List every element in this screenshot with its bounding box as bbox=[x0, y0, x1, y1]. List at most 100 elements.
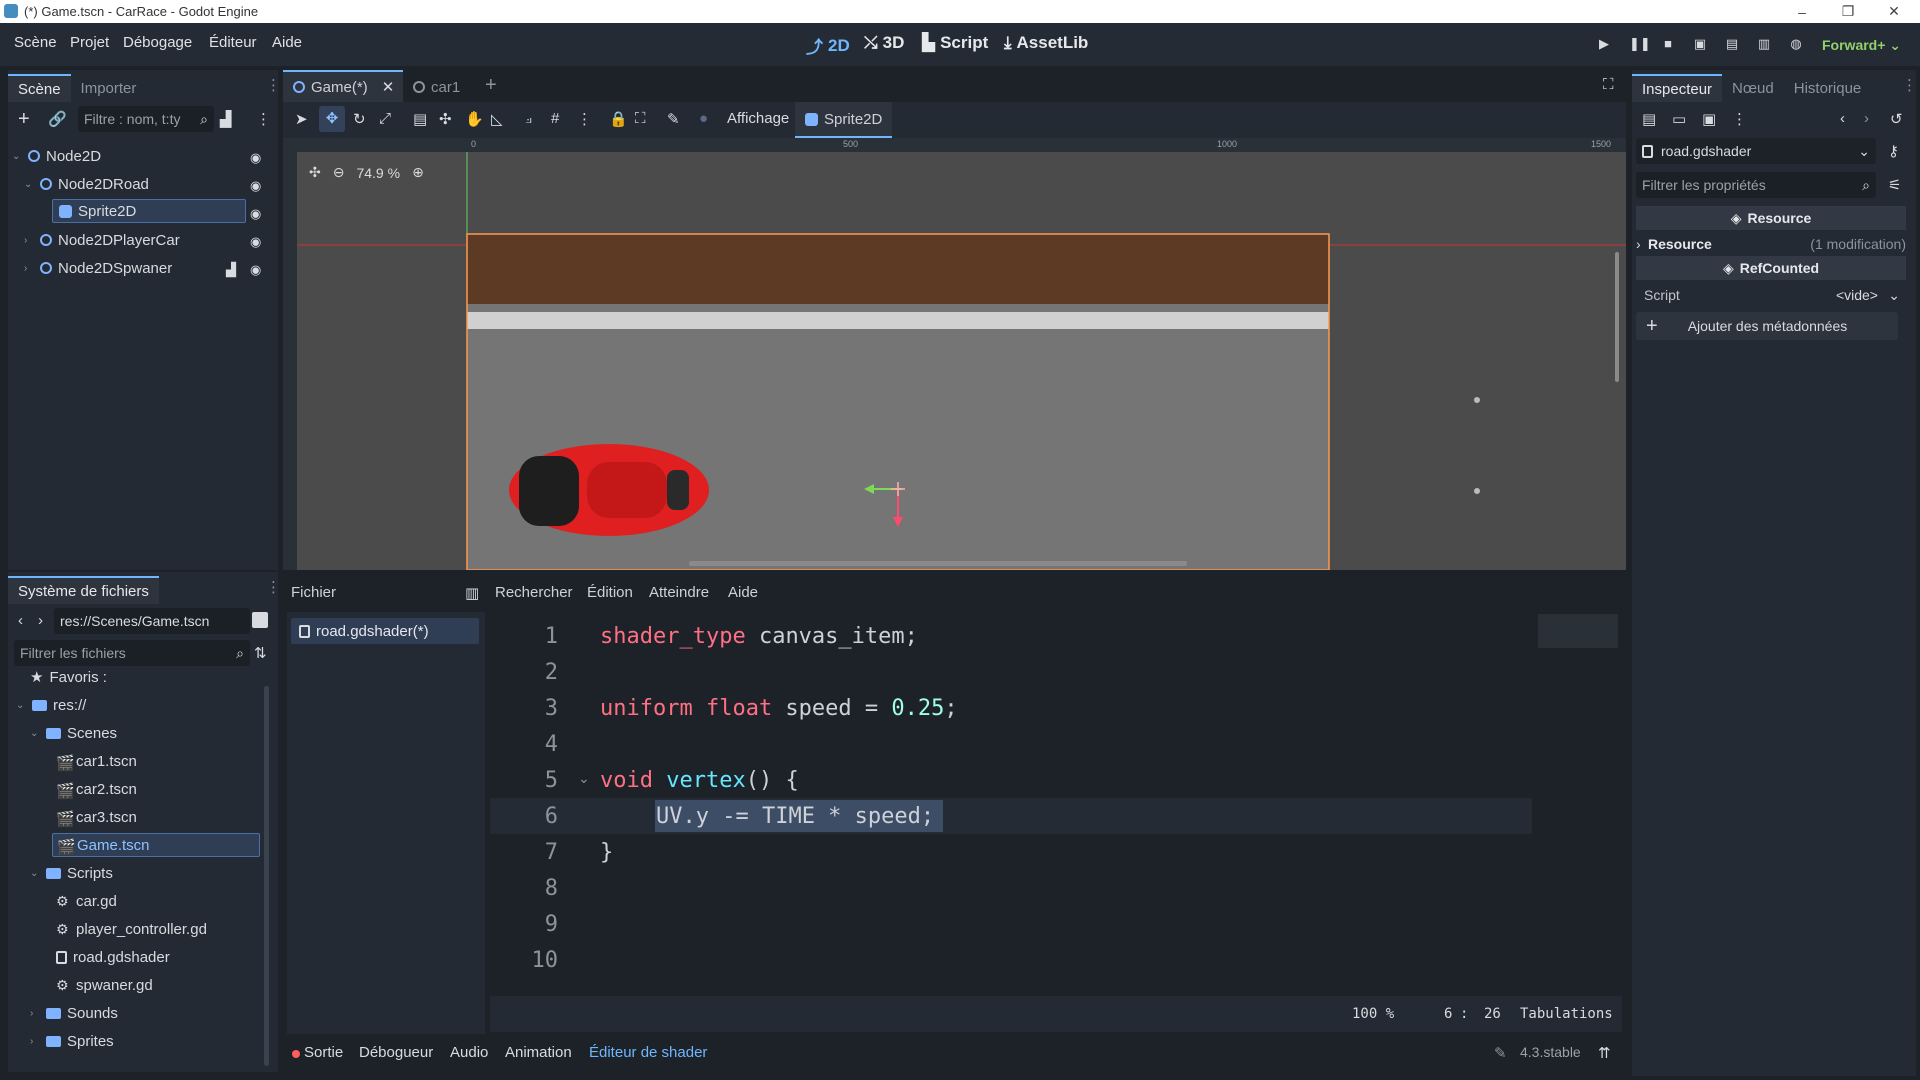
tab-node[interactable]: Nœud bbox=[1722, 74, 1784, 102]
fs-file-spwaner[interactable]: ⚙ spwaner.gd bbox=[56, 973, 153, 997]
tab-shader-editor[interactable]: Éditeur de shader bbox=[589, 1044, 707, 1061]
chevron-down-icon[interactable]: ⌄ bbox=[1888, 287, 1900, 304]
code-line-5[interactable]: void vertex() { bbox=[600, 768, 799, 793]
move-tool-icon[interactable]: ✥ bbox=[319, 106, 345, 132]
visibility-eye-icon[interactable]: ◉ bbox=[250, 178, 261, 194]
tab-filesystem[interactable]: Système de fichiers bbox=[8, 576, 159, 604]
fs-file-car2[interactable]: 🎬 car2.tscn bbox=[56, 777, 137, 801]
zoom-out-icon[interactable]: ⊖ bbox=[333, 164, 345, 181]
chevron-down-icon[interactable]: ⌄ bbox=[30, 868, 40, 879]
pin-panel-icon[interactable]: ⇈ bbox=[1598, 1044, 1611, 1062]
menu-help[interactable]: Aide bbox=[728, 584, 758, 601]
close-icon[interactable]: ✕ bbox=[382, 78, 395, 96]
tree-node-node2d[interactable]: ⌄ Node2D bbox=[12, 144, 274, 168]
add-metadata-button[interactable]: + Ajouter des métadonnées bbox=[1636, 312, 1898, 340]
mode-2d-button[interactable]: ⤴ 2D bbox=[806, 33, 850, 58]
group-icon[interactable]: ⛶ bbox=[635, 110, 646, 127]
smart-snap-icon[interactable]: ⟓ bbox=[525, 110, 532, 127]
marker-point[interactable] bbox=[1474, 397, 1480, 403]
scene-options-icon[interactable]: ⋮ bbox=[256, 110, 271, 128]
split-view-icon[interactable] bbox=[252, 612, 268, 628]
pause-icon[interactable]: ❚❚ bbox=[1629, 37, 1651, 51]
more-options-icon[interactable]: ⋮ bbox=[1732, 110, 1747, 128]
chevron-down-icon[interactable]: ⌄ bbox=[24, 179, 34, 190]
sprite2d-menu[interactable]: Sprite2D bbox=[795, 102, 893, 138]
fold-chevron-icon[interactable]: ⌄ bbox=[578, 770, 590, 787]
visibility-eye-icon[interactable]: ◉ bbox=[250, 234, 261, 250]
add-node-icon[interactable]: + bbox=[18, 108, 30, 131]
play-custom-scene-icon[interactable]: ▥ bbox=[1757, 37, 1771, 51]
shader-file-item[interactable]: road.gdshader(*) bbox=[291, 618, 479, 644]
tab-debugger[interactable]: Débogueur bbox=[359, 1044, 433, 1061]
node-settings-icon[interactable]: ⚷ bbox=[1888, 142, 1899, 160]
fs-file-car3[interactable]: 🎬 car3.tscn bbox=[56, 805, 137, 829]
code-line-6[interactable]: UV.y -= TIME * speed; bbox=[656, 804, 934, 829]
file-filter-input[interactable]: Filtrer les fichiers ⌕ bbox=[14, 640, 250, 666]
tab-inspector[interactable]: Inspecteur bbox=[1632, 74, 1723, 102]
property-filter-input[interactable]: Filtrer les propriétés ⌕ bbox=[1636, 172, 1876, 198]
dock-menu-icon[interactable]: ⋮ bbox=[1902, 76, 1917, 94]
scene-tab-game[interactable]: Game(*) ✕ bbox=[283, 70, 403, 102]
fs-res-root[interactable]: ⌄ res:// bbox=[16, 693, 86, 717]
menu-editor[interactable]: Éditeur bbox=[209, 34, 257, 51]
scrollbar[interactable] bbox=[264, 686, 269, 1066]
tab-import[interactable]: Importer bbox=[71, 74, 147, 102]
select-tool-icon[interactable]: ➤ bbox=[295, 110, 308, 128]
tree-node-sprite2d[interactable]: Sprite2D bbox=[52, 199, 246, 223]
view-menu[interactable]: Affichage bbox=[727, 110, 789, 127]
marker-point[interactable] bbox=[1474, 488, 1480, 494]
play-scene-icon[interactable]: ▤ bbox=[1725, 37, 1739, 51]
property-options-icon[interactable]: ⚟ bbox=[1888, 176, 1901, 194]
toggle-files-icon[interactable]: ▥ bbox=[465, 584, 479, 602]
mode-script-button[interactable]: ▙ Script bbox=[922, 33, 988, 53]
save-icon[interactable]: ▣ bbox=[1702, 110, 1716, 128]
resource-select[interactable]: road.gdshader ⌄ bbox=[1636, 138, 1876, 164]
code-line-3[interactable]: uniform float speed = 0.25; bbox=[600, 696, 958, 721]
section-resource[interactable]: ◈ Resource bbox=[1636, 206, 1906, 230]
scene-tab-car1[interactable]: car1 bbox=[413, 72, 460, 102]
ruler-tool-icon[interactable]: ◺ bbox=[491, 110, 503, 128]
chevron-down-icon[interactable]: ⌄ bbox=[30, 728, 40, 739]
mode-assetlib-button[interactable]: ⤓ AssetLib bbox=[1004, 33, 1088, 53]
bone-icon[interactable]: ✎ bbox=[667, 110, 680, 128]
movie-maker-icon[interactable]: ◍ bbox=[1789, 37, 1803, 51]
visibility-eye-icon[interactable]: ◉ bbox=[250, 150, 261, 166]
tab-history[interactable]: Historique bbox=[1784, 74, 1872, 102]
open-folder-icon[interactable]: ▭ bbox=[1672, 110, 1686, 128]
play-icon[interactable]: ▶ bbox=[1597, 37, 1611, 51]
renderer-select[interactable]: Forward+ ⌄ bbox=[1822, 37, 1901, 54]
fs-folder-scenes[interactable]: ⌄ Scenes bbox=[30, 721, 117, 745]
center-view-icon[interactable]: ✣ bbox=[309, 164, 321, 181]
history-forward-icon[interactable]: › bbox=[1864, 110, 1869, 127]
grid-snap-icon[interactable]: # bbox=[551, 110, 559, 127]
canvas-viewport[interactable]: ✣ ⊖ 74.9 % ⊕ bbox=[297, 152, 1626, 570]
add-tab-icon[interactable]: + bbox=[485, 74, 497, 97]
script-value[interactable]: <vide> bbox=[1836, 287, 1878, 303]
rotate-tool-icon[interactable]: ↻ bbox=[353, 110, 366, 128]
camera-override-icon[interactable]: ● bbox=[699, 110, 708, 127]
distraction-free-icon[interactable]: ⛶ bbox=[1603, 76, 1614, 93]
back-icon[interactable]: ‹ bbox=[18, 612, 23, 629]
chevron-right-icon[interactable]: › bbox=[30, 1008, 40, 1019]
tree-node-road[interactable]: ⌄ Node2DRoad bbox=[24, 172, 274, 196]
tab-animation[interactable]: Animation bbox=[505, 1044, 572, 1061]
resource-group-row[interactable]: › Resource (1 modification) bbox=[1636, 232, 1906, 256]
chevron-right-icon[interactable]: › bbox=[24, 235, 34, 246]
fs-file-road-gdshader[interactable]: road.gdshader bbox=[56, 945, 170, 969]
chevron-down-icon[interactable]: ⌄ bbox=[12, 151, 22, 162]
code-line-7[interactable]: } bbox=[600, 840, 613, 865]
sort-icon[interactable]: ⇅ bbox=[254, 644, 267, 662]
zoom-in-icon[interactable]: ⊕ bbox=[412, 164, 424, 181]
menu-scene[interactable]: Scène bbox=[14, 34, 57, 51]
menu-help[interactable]: Aide bbox=[272, 34, 302, 51]
minimize-icon[interactable]: – bbox=[1780, 0, 1824, 23]
script-attached-icon[interactable]: ▟ bbox=[226, 262, 236, 278]
canvas-scene[interactable] bbox=[297, 152, 1626, 570]
section-refcounted[interactable]: ◈ RefCounted bbox=[1636, 256, 1906, 280]
zoom-level[interactable]: 74.9 % bbox=[356, 165, 400, 181]
code-editor[interactable] bbox=[490, 612, 1622, 994]
new-resource-icon[interactable]: ▤ bbox=[1642, 110, 1656, 128]
v-scrollbar[interactable] bbox=[1615, 252, 1619, 382]
tab-scene[interactable]: Scène bbox=[8, 74, 71, 102]
fs-folder-scripts[interactable]: ⌄ Scripts bbox=[30, 861, 113, 885]
